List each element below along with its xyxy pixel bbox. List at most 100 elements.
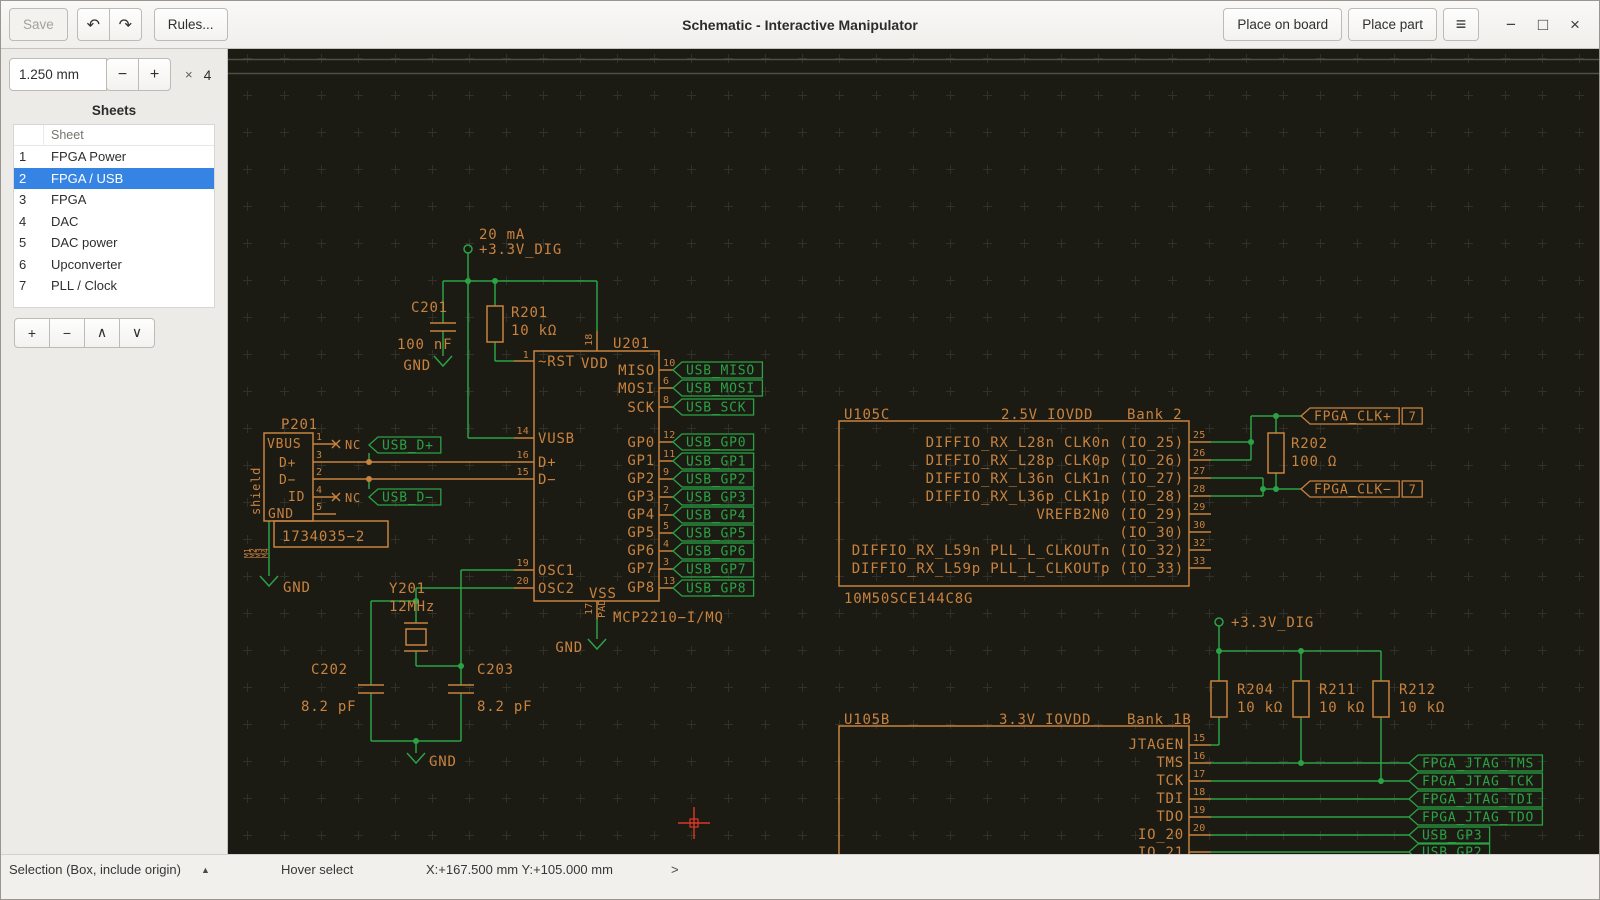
rules-button[interactable]: Rules... [154,8,228,41]
place-on-board-button[interactable]: Place on board [1223,8,1342,41]
minimize-button[interactable]: − [1495,9,1527,41]
net-label[interactable]: FPGA_JTAG_TCK [1409,773,1542,790]
net-label[interactable]: USB_GP3 [673,489,754,506]
maximize-button[interactable]: □ [1527,9,1559,41]
grid-spacing-input[interactable]: 1.250 mm [9,58,107,91]
schematic-text[interactable]: TDO [1156,809,1184,825]
schematic-text[interactable]: GP4 [627,507,655,523]
schematic-text[interactable]: 10M50SCE144C8G [844,591,973,607]
schematic-text[interactable]: 3 [663,557,669,568]
schematic-text[interactable]: 7 [663,503,669,514]
net-label[interactable]: USB_GP5 [673,525,754,542]
schematic-text[interactable]: M4 [261,548,270,558]
schematic-text[interactable]: 20 mA [479,227,525,243]
schematic-text[interactable]: D+ [279,456,296,471]
net-label[interactable]: USB_MOSI [673,380,762,397]
schematic-text[interactable]: DIFFIO_RX_L36n CLK1n (IO_27) [926,471,1184,487]
schematic-text[interactable]: 4 [663,539,669,550]
schematic-text[interactable]: IO_21 [1138,845,1184,854]
sheet-row[interactable]: 7PLL / Clock [14,275,214,297]
sheet-row-selected[interactable]: 2FPGA / USB [14,168,214,190]
schematic-text[interactable]: DIFFIO_RX_L28p CLK0p (IO_26) [926,453,1184,469]
schematic-text[interactable]: (IO_30) [1119,525,1184,541]
schematic-text[interactable]: R202 [1291,436,1328,452]
schematic-text[interactable]: +3.3V_DIG [1231,615,1314,631]
schematic-text[interactable]: VUSB [538,431,575,447]
schematic-text[interactable]: 27 [1193,466,1205,477]
schematic-text[interactable]: 20 [517,576,529,587]
schematic-text[interactable]: 17 [1193,769,1205,780]
tool-mode-label[interactable]: Selection (Box, include origin) [9,862,181,877]
schematic-text[interactable]: C201 [411,300,448,316]
schematic-text[interactable]: 18 [584,334,595,346]
schematic-text[interactable]: GP7 [627,561,655,577]
net-label[interactable]: USB_SCK [673,399,754,416]
schematic-text[interactable]: MCP2210−I/MQ [613,610,724,626]
remove-sheet-button[interactable]: − [49,318,85,348]
grid-multiplier[interactable]: 4 [204,67,212,83]
net-label[interactable]: USB_GP6 [673,543,754,560]
schematic-text[interactable]: GND [283,580,311,596]
schematic-text[interactable]: 4 [316,485,322,496]
schematic-text[interactable]: U105C [844,407,890,423]
menu-button[interactable]: ≡ [1443,8,1479,41]
schematic-text[interactable]: D− [538,472,556,488]
schematic-text[interactable]: +3.3V_DIG [479,242,562,258]
schematic-text[interactable]: U201 [613,336,650,352]
net-label[interactable]: USB_GP3 [1409,827,1490,844]
net-label[interactable]: FPGA_JTAG_TDO [1409,809,1542,826]
net-label[interactable]: USB_GP4 [673,507,754,524]
schematic-text[interactable]: 12 [663,430,675,441]
schematic-text[interactable]: VDD [581,356,609,372]
schematic-text[interactable]: 3.3V IOVDD [999,712,1091,728]
schematic-text[interactable]: GP0 [627,435,655,451]
schematic-text[interactable]: 10 kΩ [1399,700,1445,716]
net-label[interactable]: USB_GP7 [673,561,754,578]
schematic-text[interactable]: 11 [663,449,675,460]
schematic-text[interactable]: R204 [1237,682,1274,698]
schematic-text[interactable]: NC [345,438,361,452]
schematic-text[interactable]: 3 [316,450,322,461]
schematic-text[interactable]: GND [429,754,457,770]
schematic-text[interactable]: 100 nF [397,337,452,353]
schematic-text[interactable]: 15 [517,467,529,478]
schematic-text[interactable]: DIFFIO_RX_L36p CLK1p (IO_28) [926,489,1184,505]
schematic-text[interactable]: Y201 [389,581,426,597]
schematic-text[interactable]: 1734035−2 [282,529,365,545]
move-sheet-down-button[interactable]: ∨ [119,318,155,348]
schematic-text[interactable]: U105B [844,712,890,728]
schematic-text[interactable]: 2 [316,467,322,478]
schematic-text[interactable]: D+ [538,455,556,471]
schematic-text[interactable]: Bank 1B [1127,712,1192,728]
schematic-text[interactable]: SCK [627,400,655,416]
schematic-text[interactable]: 33 [1193,556,1205,567]
save-button[interactable]: Save [9,8,68,41]
schematic-text[interactable]: GP8 [627,580,655,596]
schematic-text[interactable]: VREFB2N0 (IO_29) [1036,507,1184,523]
schematic-text[interactable]: GP1 [627,453,655,469]
schematic-text[interactable]: VBUS [267,437,302,452]
schematic-text[interactable]: 20 [1193,823,1205,834]
schematic-text[interactable]: 16 [517,450,529,461]
schematic-text[interactable]: 12MHz [389,599,435,615]
schematic-text[interactable]: TDI [1156,791,1184,807]
schematic-text[interactable]: 1 [523,350,529,361]
sheet-row[interactable]: 1FPGA Power [14,146,214,168]
schematic-text[interactable]: JTAGEN [1129,737,1184,753]
schematic-text[interactable]: TMS [1156,755,1184,771]
schematic-text[interactable]: IO_20 [1138,827,1184,843]
schematic-text[interactable]: 15 [1193,733,1205,744]
redo-button[interactable]: ↷ [109,8,142,41]
schematic-text[interactable]: 26 [1193,448,1205,459]
net-label[interactable]: FPGA_JTAG_TDI [1409,791,1542,808]
schematic-svg[interactable]: 20 mA+3.3V_DIGC201100 nFR20110 kΩGNDU201… [228,49,1600,854]
schematic-text[interactable]: 8.2 pF [477,699,532,715]
schematic-text[interactable]: 10 kΩ [1237,700,1283,716]
schematic-text[interactable]: 8.2 pF [301,699,356,715]
schematic-text[interactable]: 100 Ω [1291,454,1337,470]
schematic-text[interactable]: 14 [517,426,529,437]
net-label[interactable]: USB_GP2 [673,471,754,488]
net-label[interactable]: USB_GP1 [673,453,754,470]
schematic-text[interactable]: 1 [316,432,322,443]
schematic-text[interactable]: GP6 [627,543,655,559]
